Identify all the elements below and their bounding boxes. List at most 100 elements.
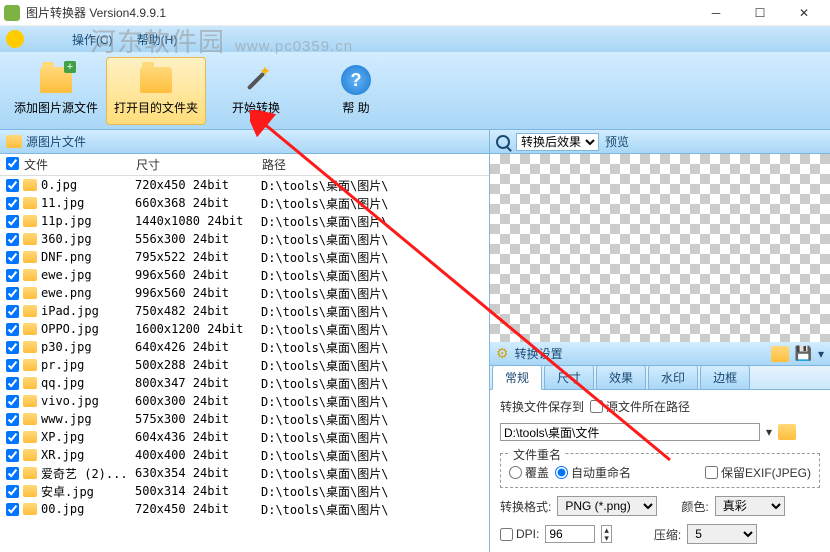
file-checkbox[interactable] bbox=[6, 431, 19, 444]
file-checkbox[interactable] bbox=[6, 503, 19, 516]
compress-select[interactable]: 5 bbox=[687, 524, 757, 544]
file-list[interactable]: 0.jpg720x450 24bitD:\tools\桌面\图片\11.jpg6… bbox=[0, 176, 489, 552]
file-checkbox[interactable] bbox=[6, 287, 19, 300]
file-row[interactable]: 0.jpg720x450 24bitD:\tools\桌面\图片\ bbox=[0, 176, 489, 194]
source-path-checkbox[interactable]: 源文件所在路径 bbox=[590, 398, 690, 415]
file-checkbox[interactable] bbox=[6, 251, 19, 264]
file-checkbox[interactable] bbox=[6, 197, 19, 210]
tab-border[interactable]: 边框 bbox=[700, 365, 750, 389]
color-label: 颜色: bbox=[681, 498, 708, 515]
start-convert-button[interactable]: 开始转换 bbox=[206, 57, 306, 125]
file-checkbox[interactable] bbox=[6, 233, 19, 246]
menu-operate[interactable]: 操作(C) bbox=[60, 31, 125, 48]
file-row[interactable]: qq.jpg800x347 24bitD:\tools\桌面\图片\ bbox=[0, 374, 489, 392]
add-source-button[interactable]: + 添加图片源文件 bbox=[6, 57, 106, 125]
file-checkbox[interactable] bbox=[6, 305, 19, 318]
file-checkbox[interactable] bbox=[6, 269, 19, 282]
save-path-input[interactable] bbox=[500, 423, 760, 441]
file-row[interactable]: 00.jpg720x450 24bitD:\tools\桌面\图片\ bbox=[0, 500, 489, 518]
col-path[interactable]: 路径 bbox=[262, 156, 489, 173]
source-title: 源图片文件 bbox=[26, 133, 86, 150]
file-checkbox[interactable] bbox=[6, 377, 19, 390]
folder-icon bbox=[6, 135, 22, 148]
chevron-down-icon[interactable]: ▾ bbox=[818, 347, 824, 361]
file-row[interactable]: 11.jpg660x368 24bitD:\tools\桌面\图片\ bbox=[0, 194, 489, 212]
dpi-input[interactable] bbox=[545, 525, 595, 543]
keep-exif-checkbox[interactable]: 保留EXIF(JPEG) bbox=[705, 464, 811, 481]
file-path: D:\tools\桌面\图片\ bbox=[261, 267, 489, 284]
minimize-button[interactable]: ─ bbox=[694, 0, 738, 26]
file-checkbox[interactable] bbox=[6, 449, 19, 462]
file-checkbox[interactable] bbox=[6, 467, 19, 480]
file-row[interactable]: DNF.png795x522 24bitD:\tools\桌面\图片\ bbox=[0, 248, 489, 266]
settings-body: 转换文件保存到 源文件所在路径 ▾ 文件重名 覆盖 自动重命名 保留EXIF(J… bbox=[490, 390, 830, 552]
file-icon bbox=[23, 323, 37, 335]
file-size: 1440x1080 24bit bbox=[135, 214, 261, 228]
format-select[interactable]: PNG (*.png) bbox=[557, 496, 657, 516]
file-row[interactable]: www.jpg575x300 24bitD:\tools\桌面\图片\ bbox=[0, 410, 489, 428]
open-folder-icon[interactable] bbox=[771, 346, 789, 362]
file-row[interactable]: OPPO.jpg1600x1200 24bitD:\tools\桌面\图片\ bbox=[0, 320, 489, 338]
file-checkbox[interactable] bbox=[6, 179, 19, 192]
file-row[interactable]: iPad.jpg750x482 24bitD:\tools\桌面\图片\ bbox=[0, 302, 489, 320]
file-row[interactable]: XP.jpg604x436 24bitD:\tools\桌面\图片\ bbox=[0, 428, 489, 446]
browse-folder-button[interactable] bbox=[778, 424, 796, 440]
file-row[interactable]: 安卓.jpg500x314 24bitD:\tools\桌面\图片\ bbox=[0, 482, 489, 500]
file-name: ewe.jpg bbox=[41, 268, 135, 282]
file-row[interactable]: XR.jpg400x400 24bitD:\tools\桌面\图片\ bbox=[0, 446, 489, 464]
file-row[interactable]: ewe.jpg996x560 24bitD:\tools\桌面\图片\ bbox=[0, 266, 489, 284]
tab-effect[interactable]: 效果 bbox=[596, 365, 646, 389]
file-checkbox[interactable] bbox=[6, 395, 19, 408]
file-row[interactable]: 11p.jpg1440x1080 24bitD:\tools\桌面\图片\ bbox=[0, 212, 489, 230]
file-name: vivo.jpg bbox=[41, 394, 135, 408]
file-icon bbox=[23, 503, 37, 515]
file-checkbox[interactable] bbox=[6, 215, 19, 228]
file-checkbox[interactable] bbox=[6, 323, 19, 336]
file-path: D:\tools\桌面\图片\ bbox=[261, 411, 489, 428]
tab-watermark[interactable]: 水印 bbox=[648, 365, 698, 389]
rename-legend: 文件重名 bbox=[509, 446, 565, 463]
tab-general[interactable]: 常规 bbox=[492, 365, 542, 390]
file-checkbox[interactable] bbox=[6, 485, 19, 498]
file-checkbox[interactable] bbox=[6, 359, 19, 372]
file-path: D:\tools\桌面\图片\ bbox=[261, 375, 489, 392]
path-dropdown-icon[interactable]: ▾ bbox=[766, 425, 772, 439]
open-target-button[interactable]: 打开目的文件夹 bbox=[106, 57, 206, 125]
file-icon bbox=[23, 449, 37, 461]
color-select[interactable]: 真彩 bbox=[715, 496, 785, 516]
auto-rename-radio[interactable]: 自动重命名 bbox=[555, 464, 631, 481]
file-name: OPPO.jpg bbox=[41, 322, 135, 336]
tab-size[interactable]: 尺寸 bbox=[544, 365, 594, 389]
folder-add-icon: + bbox=[40, 67, 72, 93]
maximize-button[interactable]: ☐ bbox=[738, 0, 782, 26]
file-list-header: 文件 尺寸 路径 bbox=[0, 154, 489, 176]
folder-open-icon bbox=[140, 67, 172, 93]
file-name: XR.jpg bbox=[41, 448, 135, 462]
save-icon[interactable]: 💾 bbox=[795, 345, 812, 362]
overwrite-radio[interactable]: 覆盖 bbox=[509, 464, 549, 481]
menu-help[interactable]: 帮助(H) bbox=[125, 31, 190, 48]
dpi-checkbox[interactable]: DPI: bbox=[500, 527, 539, 541]
file-checkbox[interactable] bbox=[6, 413, 19, 426]
file-row[interactable]: 爱奇艺 (2)...630x354 24bitD:\tools\桌面\图片\ bbox=[0, 464, 489, 482]
help-button[interactable]: ? 帮 助 bbox=[306, 57, 406, 125]
file-row[interactable]: p30.jpg640x426 24bitD:\tools\桌面\图片\ bbox=[0, 338, 489, 356]
file-icon bbox=[23, 305, 37, 317]
file-checkbox[interactable] bbox=[6, 341, 19, 354]
col-size[interactable]: 尺寸 bbox=[136, 156, 262, 173]
file-path: D:\tools\桌面\图片\ bbox=[261, 447, 489, 464]
file-row[interactable]: 360.jpg556x300 24bitD:\tools\桌面\图片\ bbox=[0, 230, 489, 248]
file-size: 500x314 24bit bbox=[135, 484, 261, 498]
file-icon bbox=[23, 413, 37, 425]
col-file[interactable]: 文件 bbox=[24, 156, 136, 173]
file-size: 800x347 24bit bbox=[135, 376, 261, 390]
spinner-icon[interactable]: ▴▾ bbox=[601, 525, 612, 543]
source-pane: 源图片文件 文件 尺寸 路径 0.jpg720x450 24bitD:\tool… bbox=[0, 130, 490, 552]
file-row[interactable]: pr.jpg500x288 24bitD:\tools\桌面\图片\ bbox=[0, 356, 489, 374]
file-row[interactable]: vivo.jpg600x300 24bitD:\tools\桌面\图片\ bbox=[0, 392, 489, 410]
file-path: D:\tools\桌面\图片\ bbox=[261, 357, 489, 374]
preview-mode-select[interactable]: 转换后效果 bbox=[516, 133, 599, 151]
file-row[interactable]: ewe.png996x560 24bitD:\tools\桌面\图片\ bbox=[0, 284, 489, 302]
select-all-checkbox[interactable] bbox=[6, 157, 19, 170]
close-button[interactable]: ✕ bbox=[782, 0, 826, 26]
